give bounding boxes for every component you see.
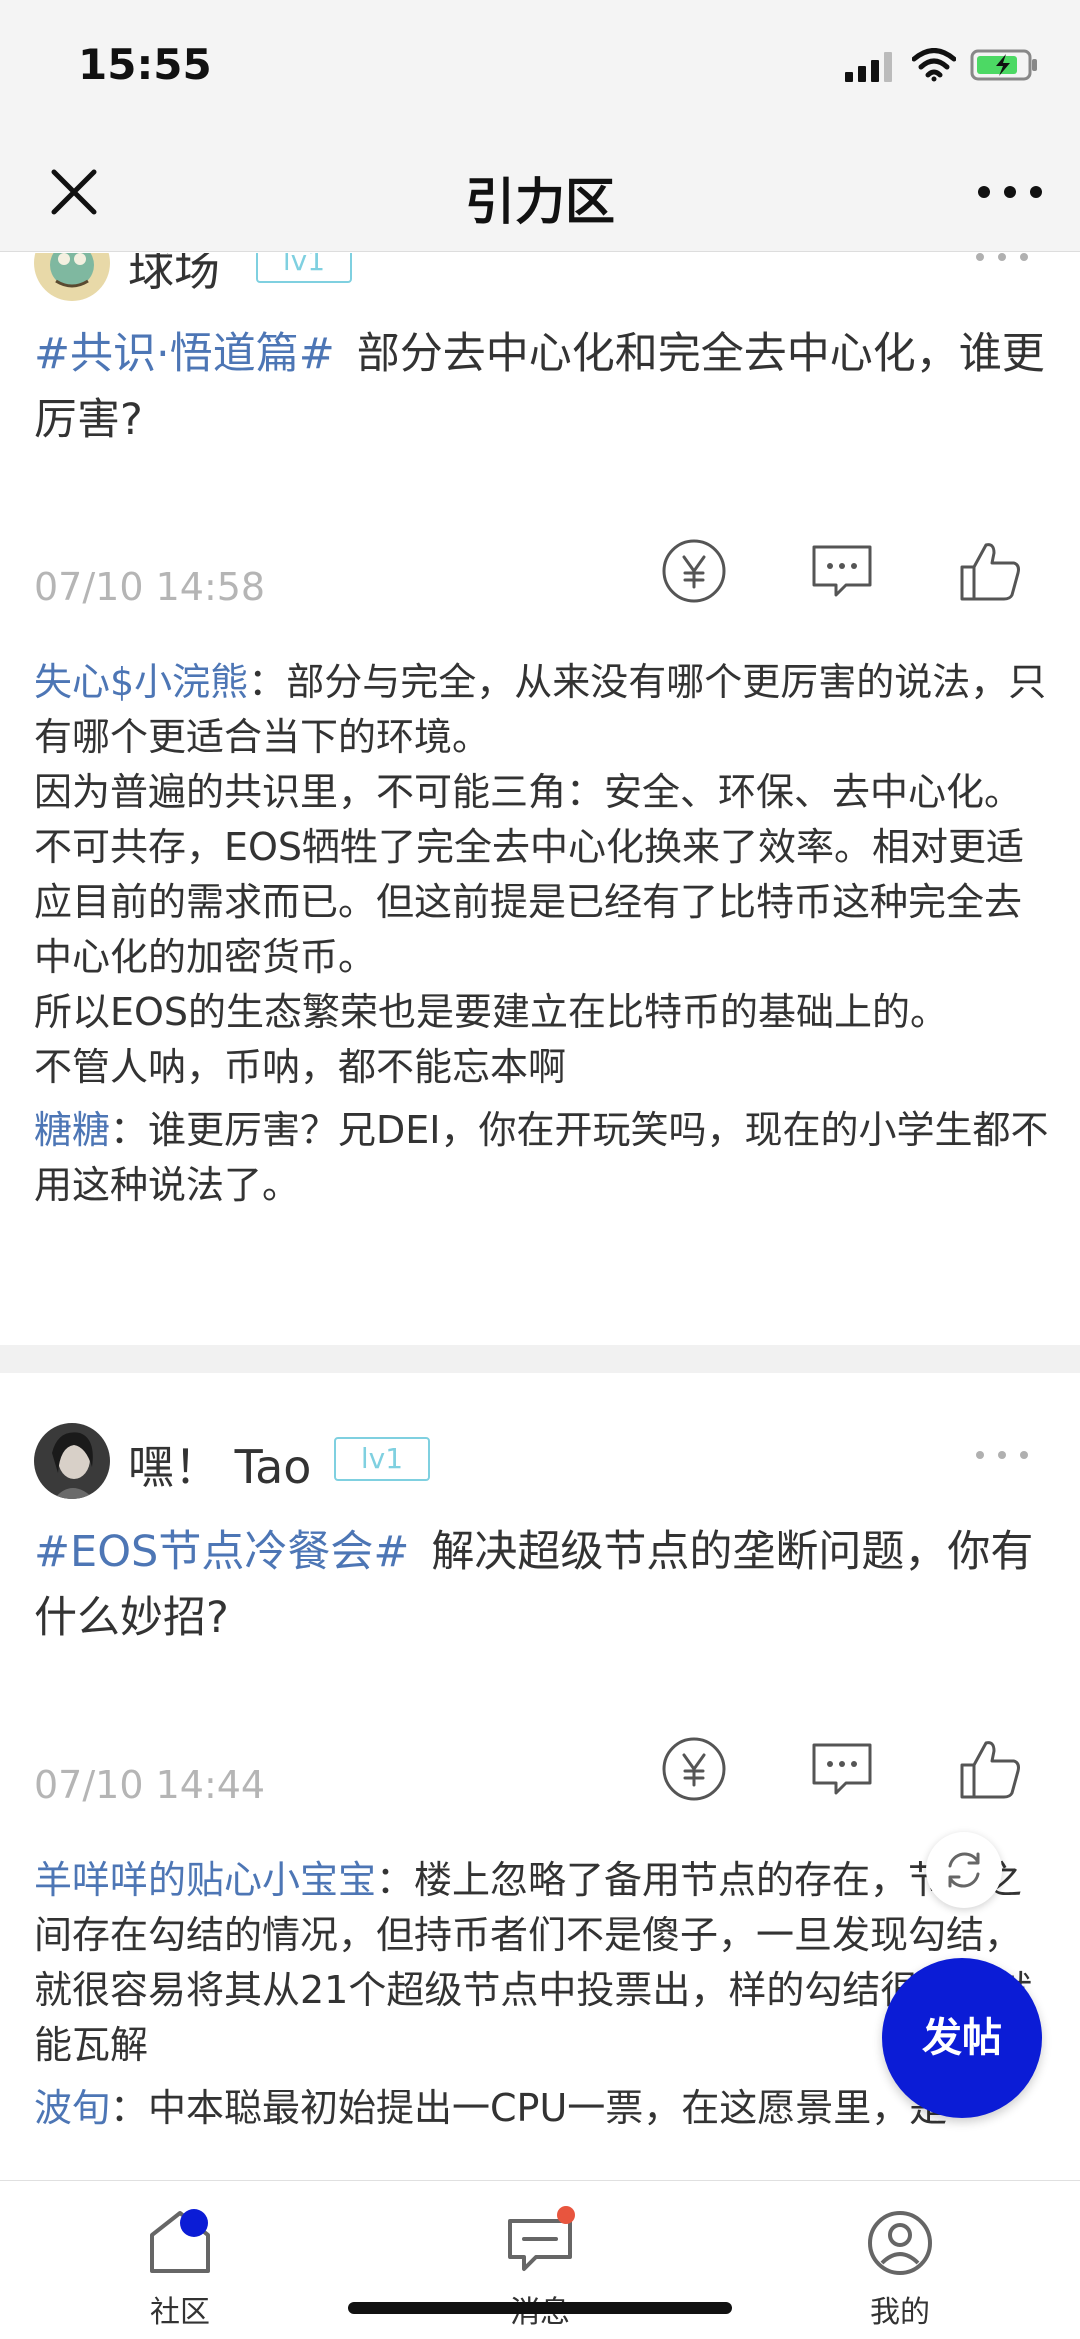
comment-item[interactable]: 波旬：中本聪最初始提出一CPU一票，在这愿景里，是 (34, 2081, 1049, 2136)
wifi-icon (912, 48, 956, 82)
post-more-icon[interactable] (974, 1445, 1030, 1465)
refresh-icon (948, 1852, 980, 1888)
comment-item[interactable]: 糖糖：谁更厉害？兄DEI，你在开玩笑吗，现在的小学生都不用这种说法了。 (34, 1103, 1049, 1213)
tab-messages[interactable]: 消息 (440, 2181, 640, 2339)
page-title: 引力区 (465, 173, 615, 231)
battery-icon (970, 49, 1037, 81)
comment-author[interactable]: 失心$小浣熊 (34, 660, 248, 704)
signal-icon (845, 52, 892, 82)
feed[interactable]: 球场 lv1 #共识·悟道篇# 部分去中心化和完全去中心化，谁更厉害? 07/10… (0, 253, 1080, 2178)
tab-label: 我的 (870, 2295, 930, 2330)
refresh-button[interactable] (926, 1832, 1002, 1908)
tab-community[interactable]: 社区 (80, 2181, 280, 2339)
topic-tag[interactable]: #EOS节点冷餐会# (34, 1527, 409, 1577)
post-timestamp: 07/10 14:44 (34, 1763, 266, 1807)
avatar-image (34, 253, 110, 301)
post-topic[interactable]: #EOS节点冷餐会# 解决超级节点的垄断问题，你有什么妙招? (34, 1519, 1046, 1651)
new-post-button[interactable]: 发帖 (882, 1958, 1042, 2118)
profile-icon (868, 2211, 932, 2275)
level-badge: lv1 (334, 1437, 430, 1481)
username[interactable]: 嘿！ Tao (128, 1431, 311, 1497)
status-time: 15:55 (78, 40, 212, 89)
username[interactable]: 球场 (128, 253, 220, 299)
comment-list: 失心$小浣熊：部分与完全，从来没有哪个更厉害的说法，只有哪个更适合当下的环境。 … (34, 655, 1049, 1221)
post-topic[interactable]: #共识·悟道篇# 部分去中心化和完全去中心化，谁更厉害? (34, 321, 1046, 453)
comment-author[interactable]: 糖糖 (34, 1108, 110, 1152)
topic-tag[interactable]: #共识·悟道篇# (34, 329, 335, 379)
post-more-icon[interactable] (974, 253, 1030, 267)
community-home-icon (150, 2209, 210, 2273)
status-bar: 15:55 (0, 0, 1080, 132)
tip-yen-icon[interactable] (658, 535, 730, 607)
comment-text: ：部分与完全，从来没有哪个更厉害的说法，只有哪个更适合当下的环境。 因为普遍的共… (34, 660, 1047, 1089)
comment-icon[interactable] (806, 1733, 878, 1805)
home-indicator (348, 2302, 732, 2314)
comment-icon[interactable] (806, 535, 878, 607)
avatar-image (34, 1423, 110, 1499)
comment-text: ：谁更厉害？兄DEI，你在开玩笑吗，现在的小学生都不用这种说法了。 (34, 1108, 1049, 1207)
comment-author[interactable]: 羊咩咩的贴心小宝宝 (34, 1858, 376, 1902)
level-badge: lv1 (256, 253, 352, 283)
message-icon (508, 2206, 575, 2271)
tab-bar: 社区 消息 我的 (0, 2180, 1080, 2339)
post-divider (0, 1345, 1080, 1373)
avatar[interactable] (34, 1423, 110, 1499)
like-thumb-icon[interactable] (954, 535, 1026, 607)
post-timestamp: 07/10 14:58 (34, 565, 266, 609)
tip-yen-icon[interactable] (658, 1733, 730, 1805)
like-thumb-icon[interactable] (954, 1733, 1026, 1805)
tab-label: 社区 (150, 2295, 210, 2330)
tab-me[interactable]: 我的 (800, 2181, 1000, 2339)
comment-author[interactable]: 波旬 (34, 2086, 110, 2130)
comment-item[interactable]: 失心$小浣熊：部分与完全，从来没有哪个更厉害的说法，只有哪个更适合当下的环境。 … (34, 655, 1049, 1095)
more-icon[interactable] (974, 172, 1046, 212)
nav-bar: 引力区 (0, 132, 1080, 252)
comment-text: ：中本聪最初始提出一CPU一票，在这愿景里，是 (110, 2086, 948, 2130)
avatar[interactable] (34, 253, 110, 301)
